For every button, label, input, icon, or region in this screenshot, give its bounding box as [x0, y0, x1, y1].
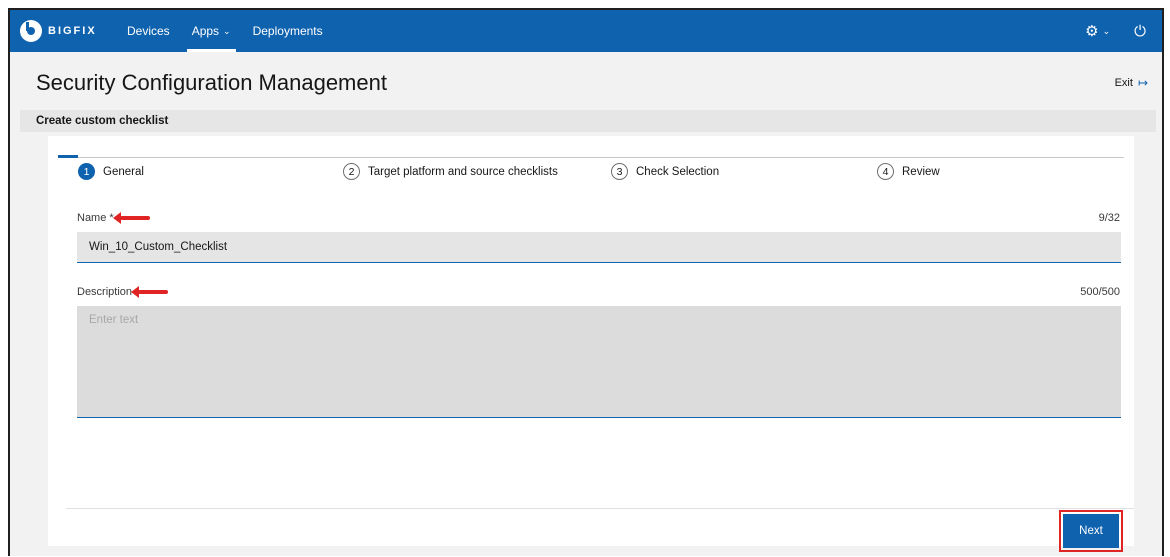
red-arrow-icon: [131, 286, 169, 298]
step-label: General: [103, 165, 144, 178]
stepper-progress: [58, 155, 78, 158]
description-textarea[interactable]: [77, 306, 1121, 418]
step-label: Check Selection: [636, 165, 720, 178]
chevron-down-icon: ⌄: [1102, 25, 1111, 36]
wizard-card: 1 General 2 Target platform and source c…: [48, 136, 1134, 552]
description-label-text: Description: [77, 286, 133, 298]
settings-menu[interactable]: ⚙ ⌄: [1075, 22, 1120, 40]
exit-button[interactable]: Exit ↦: [1115, 76, 1148, 90]
name-char-counter: 9/32: [1098, 212, 1120, 224]
power-icon[interactable]: ⏻: [1120, 23, 1162, 40]
description-char-counter: 500/500: [1080, 286, 1120, 298]
step-number: 2: [343, 163, 360, 180]
top-nav: BIGFIX Devices Apps ⌄ Deployments ⚙ ⌄ ⏻: [10, 10, 1162, 52]
step-target-platform[interactable]: 2 Target platform and source checklists: [343, 163, 558, 180]
brand[interactable]: BIGFIX: [20, 20, 116, 42]
brand-name: BIGFIX: [48, 25, 97, 37]
app-window: BIGFIX Devices Apps ⌄ Deployments ⚙ ⌄ ⏻ …: [8, 8, 1164, 556]
red-arrow-icon: [112, 212, 150, 224]
name-label-text: Name *: [77, 212, 114, 224]
exit-label: Exit: [1114, 77, 1133, 89]
step-number: 4: [877, 163, 894, 180]
page-title: Security Configuration Management: [36, 70, 387, 95]
description-field-label: Description: [77, 286, 169, 298]
footer-divider: [66, 508, 1134, 509]
stepper-track: [58, 157, 1124, 158]
nav-item-label: Apps: [191, 24, 220, 38]
chevron-down-icon: ⌄: [223, 25, 231, 36]
step-label: Review: [902, 165, 940, 178]
next-button[interactable]: Next: [1059, 510, 1123, 552]
step-general[interactable]: 1 General: [78, 163, 144, 180]
logout-icon: ↦: [1137, 76, 1148, 90]
step-review[interactable]: 4 Review: [877, 163, 940, 180]
section-header: Create custom checklist: [20, 110, 1156, 132]
gear-icon: ⚙: [1085, 23, 1099, 40]
nav-item-devices[interactable]: Devices: [116, 10, 181, 52]
nav-item-deployments[interactable]: Deployments: [242, 10, 334, 52]
step-number: 1: [78, 163, 95, 180]
name-field-label: Name *: [77, 212, 150, 224]
step-check-selection[interactable]: 3 Check Selection: [611, 163, 719, 180]
step-number: 3: [611, 163, 628, 180]
nav-item-label: Deployments: [252, 24, 323, 38]
step-label: Target platform and source checklists: [368, 165, 558, 178]
name-input[interactable]: [77, 232, 1121, 263]
nav-item-label: Devices: [127, 24, 170, 38]
bigfix-logo-icon: [20, 20, 42, 42]
nav-item-apps[interactable]: Apps ⌄: [181, 10, 242, 52]
